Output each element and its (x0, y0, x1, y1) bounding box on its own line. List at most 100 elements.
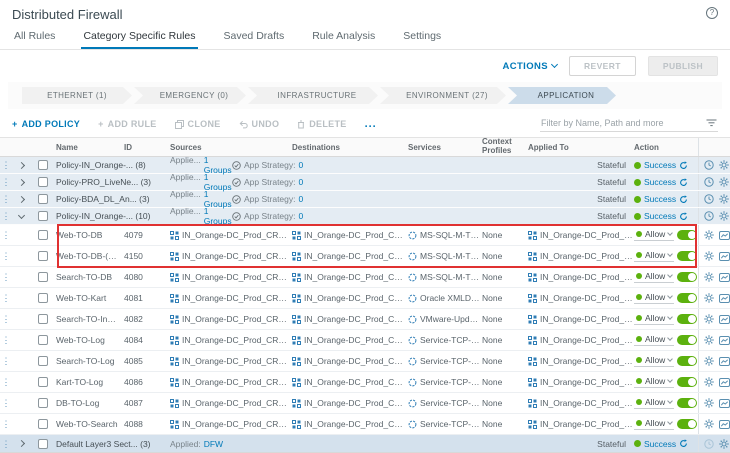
rule-name[interactable]: Search-TO-Log (56, 356, 124, 366)
row-checkbox[interactable] (30, 335, 56, 345)
rule-services[interactable]: Service-TCP-8081 (408, 335, 482, 345)
row-checkbox[interactable] (30, 419, 56, 429)
gear-icon[interactable] (704, 251, 714, 261)
clock-icon[interactable] (704, 211, 714, 221)
expand-toggle[interactable] (12, 441, 30, 446)
rule-applied-to[interactable]: IN_Orange-DC_Prod_CRM-P (528, 398, 634, 408)
rule-applied-to[interactable]: IN_Orange-DC_Prod_CRM-P (528, 293, 634, 303)
action-select[interactable]: Allow (634, 418, 674, 430)
row-checkbox[interactable] (30, 272, 56, 282)
action-select[interactable]: Allow (634, 334, 674, 346)
action-select[interactable]: Allow (634, 250, 674, 262)
row-checkbox[interactable] (30, 293, 56, 303)
rule-destinations[interactable]: IN_Orange-DC_Prod_CRM-P_Log (292, 335, 408, 345)
category-ethernet[interactable]: ETHERNET (1) (22, 87, 132, 104)
rule-name[interactable]: Web-TO-Kart (56, 293, 124, 303)
row-checkbox[interactable] (30, 314, 56, 324)
rule-sources[interactable]: IN_Orange-DC_Prod_CRM-P_Sear.. (170, 356, 292, 366)
stats-chart-icon[interactable] (719, 315, 730, 324)
app-strategy-value[interactable]: 0 (299, 211, 304, 221)
expand-toggle[interactable] (12, 197, 30, 202)
app-strategy-value[interactable]: 0 (299, 194, 304, 204)
status-text[interactable]: Success (644, 194, 676, 204)
gear-icon[interactable] (719, 211, 729, 221)
row-checkbox[interactable] (30, 211, 56, 221)
rule-sources[interactable]: IN_Orange-DC_Prod_CRM-P_Sear.. (170, 272, 292, 282)
undo-button[interactable]: UNDO (239, 119, 280, 129)
rule-services[interactable]: Service-TCP-8081 (408, 398, 482, 408)
add-rule-button[interactable]: + ADD RULE (98, 119, 156, 129)
drag-handle[interactable]: ⋮ (0, 211, 12, 221)
rule-sources[interactable]: IN_Orange-DC_Prod_CRM-P_Web (170, 419, 292, 429)
rule-name[interactable]: Kart-TO-Log (56, 377, 124, 387)
rule-enabled-toggle[interactable] (677, 314, 697, 324)
rule-applied-to[interactable]: IN_Orange-DC_Prod_CRM-P (528, 356, 634, 366)
rule-name[interactable]: Web-TO-DB (56, 230, 124, 240)
stats-chart-icon[interactable] (719, 273, 730, 282)
status-text[interactable]: Success (644, 439, 676, 449)
refresh-status-icon[interactable] (679, 439, 688, 448)
drag-handle[interactable]: ⋮ (0, 419, 12, 429)
rule-enabled-toggle[interactable] (677, 419, 697, 429)
actions-dropdown[interactable]: ACTIONS (502, 61, 557, 72)
rule-enabled-toggle[interactable] (677, 356, 697, 366)
tab-rule-analysis[interactable]: Rule Analysis (310, 24, 377, 49)
filter-input[interactable]: Filter by Name, Path and more (540, 116, 718, 132)
rule-services[interactable]: Oracle XMLDB HT.. (408, 293, 482, 303)
rule-enabled-toggle[interactable] (677, 272, 697, 282)
rule-destinations[interactable]: IN_Orange-DC_Prod_CRM-P_Sea.. (292, 419, 408, 429)
rule-context-profiles[interactable]: None (482, 230, 528, 240)
rule-name[interactable]: Search-TO-DB (56, 272, 124, 282)
rule-applied-to[interactable]: IN_Orange-DC_Prod_CRM-P (528, 230, 634, 240)
row-checkbox[interactable] (30, 194, 56, 204)
gear-icon[interactable] (719, 194, 729, 204)
rule-applied-to[interactable]: IN_Orange-DC_Prod_CRM-P (528, 272, 634, 282)
drag-handle[interactable]: ⋮ (0, 398, 12, 408)
rule-context-profiles[interactable]: None (482, 314, 528, 324)
drag-handle[interactable]: ⋮ (0, 293, 12, 303)
category-application[interactable]: APPLICATION (27) (508, 87, 616, 104)
rule-enabled-toggle[interactable] (677, 251, 697, 261)
rule-services[interactable]: VMware-UpdateM.. (408, 314, 482, 324)
rule-applied-to[interactable]: IN_Orange-DC_Prod_CRM-P (528, 377, 634, 387)
col-header-action[interactable]: Action (634, 143, 698, 152)
applied-groups-link[interactable]: 1 Groups (204, 206, 232, 226)
tab-settings[interactable]: Settings (401, 24, 443, 49)
rule-destinations[interactable]: IN_Orange-DC_Prod_CRM-P_DB (292, 230, 408, 240)
rule-destinations[interactable]: IN_Orange-DC_Prod_CRM-P_Ind.. (292, 314, 408, 324)
gear-icon[interactable] (704, 419, 714, 429)
policy-name[interactable]: Default Layer3 Sect... (3) (56, 439, 170, 449)
refresh-status-icon[interactable] (679, 212, 688, 221)
rule-destinations[interactable]: IN_Orange-DC_Prod_CRM-P_Log (292, 398, 408, 408)
drag-handle[interactable]: ⋮ (0, 177, 12, 187)
rule-context-profiles[interactable]: None (482, 272, 528, 282)
rule-name[interactable]: Web-TO-Search (56, 419, 124, 429)
stats-chart-icon[interactable] (719, 252, 730, 261)
gear-icon[interactable] (719, 160, 729, 170)
app-strategy-value[interactable]: 0 (299, 177, 304, 187)
rule-services[interactable]: MS-SQL-M-TCP (408, 272, 482, 282)
rule-services[interactable]: MS-SQL-M-TCP (408, 230, 482, 240)
col-header-destinations[interactable]: Destinations (292, 143, 408, 152)
expand-toggle[interactable] (12, 163, 30, 168)
row-checkbox[interactable] (30, 398, 56, 408)
category-environment[interactable]: ENVIRONMENT (27) (380, 87, 506, 104)
col-header-context-profiles[interactable]: Context Profiles (482, 138, 528, 156)
col-header-id[interactable]: ID (124, 143, 170, 152)
gear-icon[interactable] (704, 314, 714, 324)
rule-enabled-toggle[interactable] (677, 335, 697, 345)
rule-destinations[interactable]: IN_Orange-DC_Prod_CRM-P_Log (292, 356, 408, 366)
action-select[interactable]: Allow (634, 355, 674, 367)
col-header-applied-to[interactable]: Applied To (528, 143, 634, 152)
clock-icon[interactable] (704, 177, 714, 187)
stats-chart-icon[interactable] (719, 378, 730, 387)
app-strategy-value[interactable]: 0 (299, 160, 304, 170)
applied-value-link[interactable]: DFW (204, 439, 223, 449)
gear-icon[interactable] (704, 335, 714, 345)
rule-enabled-toggle[interactable] (677, 377, 697, 387)
row-checkbox[interactable] (30, 177, 56, 187)
tab-all-rules[interactable]: All Rules (12, 24, 57, 49)
stats-chart-icon[interactable] (719, 399, 730, 408)
gear-icon[interactable] (704, 398, 714, 408)
refresh-status-icon[interactable] (679, 178, 688, 187)
